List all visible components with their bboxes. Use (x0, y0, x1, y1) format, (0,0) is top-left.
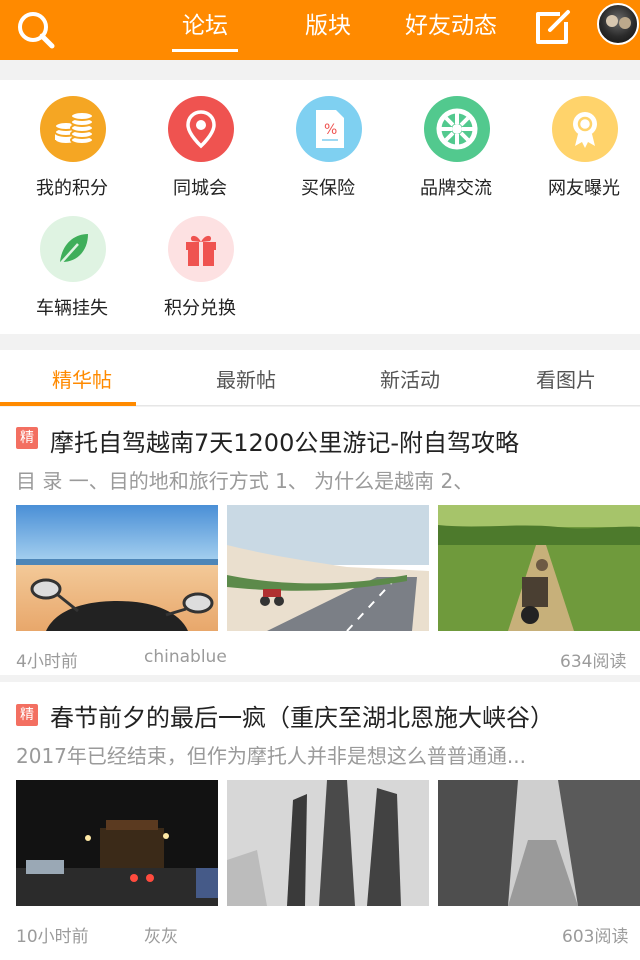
leaf-icon (40, 216, 106, 282)
quick-link-points-redeem[interactable]: 积分兑换 (136, 202, 264, 322)
post-time: 10小时前 (16, 927, 89, 947)
tab-forum[interactable]: 论坛 (172, 8, 238, 52)
gift-icon (168, 216, 234, 282)
tab-latest[interactable]: 最新帖 (164, 364, 328, 393)
post-title[interactable]: 春节前夕的最后一疯（重庆至湖北恩施大峡谷） (50, 698, 554, 733)
avatar[interactable] (597, 3, 639, 45)
post-thumbnail[interactable] (227, 505, 429, 631)
post-thumbnail[interactable] (438, 780, 640, 906)
compose-icon[interactable] (530, 6, 574, 50)
featured-badge: 精 (16, 427, 38, 449)
quick-link-label: 同城会 (173, 178, 227, 199)
top-bar: 论坛 版块 好友动态 (0, 0, 640, 60)
location-pin-icon (168, 96, 234, 162)
post-excerpt: 目 录 一、目的地和旅行方式 1、 为什么是越南 2、 (16, 469, 474, 493)
coins-icon (40, 96, 106, 162)
post-excerpt: 2017年已经结束，但作为摩托人并非是想这么普普通通... (16, 744, 526, 768)
award-icon (552, 96, 618, 162)
quick-link-label: 买保险 (301, 178, 355, 199)
post-thumbnail[interactable] (16, 505, 218, 631)
post-title[interactable]: 摩托自驾越南7天1200公里游记-附自驾攻略 (50, 423, 519, 458)
tab-photos[interactable]: 看图片 (492, 364, 640, 393)
quick-link-label: 积分兑换 (164, 298, 236, 319)
quick-link-exposure[interactable]: 网友曝光 (520, 82, 640, 202)
post-thumbnail[interactable] (227, 780, 429, 906)
post-time: 4小时前 (16, 652, 78, 672)
post-reads: 634阅读 (560, 652, 627, 672)
wheel-icon (424, 96, 490, 162)
quick-link-report-lost[interactable]: 车辆挂失 (8, 202, 136, 322)
tab-sections[interactable]: 版块 (300, 8, 356, 48)
search-icon[interactable] (14, 8, 58, 52)
content-tabs: 精华帖 最新帖 新活动 看图片 (0, 350, 640, 406)
active-tab-indicator (0, 402, 136, 406)
quick-link-label: 我的积分 (36, 178, 108, 199)
post-reads: 603阅读 (562, 927, 629, 947)
quick-link-insurance[interactable]: % 买保险 (264, 82, 392, 202)
quick-links-grid: 我的积分 同城会 % 买保险 品牌交流 网友曝光 车辆挂失 积分兑换 (0, 80, 640, 334)
post-thumbnail[interactable] (16, 780, 218, 906)
quick-link-my-points[interactable]: 我的积分 (8, 82, 136, 202)
quick-link-label: 网友曝光 (548, 178, 620, 199)
tab-featured[interactable]: 精华帖 (0, 364, 164, 393)
tab-friend-updates[interactable]: 好友动态 (398, 8, 504, 48)
document-icon: % (296, 96, 362, 162)
quick-link-local-club[interactable]: 同城会 (136, 82, 264, 202)
post-thumbnail[interactable] (438, 505, 640, 631)
quick-link-label: 品牌交流 (420, 178, 492, 199)
post-author[interactable]: chinablue (144, 647, 227, 667)
post-author[interactable]: 灰灰 (144, 922, 178, 947)
tab-activities[interactable]: 新活动 (328, 364, 492, 393)
featured-badge: 精 (16, 704, 38, 726)
svg-text:%: % (324, 122, 337, 138)
post-item[interactable]: 精 春节前夕的最后一疯（重庆至湖北恩施大峡谷） 2017年已经结束，但作为摩托人… (0, 682, 640, 960)
quick-link-label: 车辆挂失 (36, 298, 108, 319)
quick-link-brand-talk[interactable]: 品牌交流 (392, 82, 520, 202)
post-item[interactable]: 精 摩托自驾越南7天1200公里游记-附自驾攻略 目 录 一、目的地和旅行方式 … (0, 407, 640, 675)
